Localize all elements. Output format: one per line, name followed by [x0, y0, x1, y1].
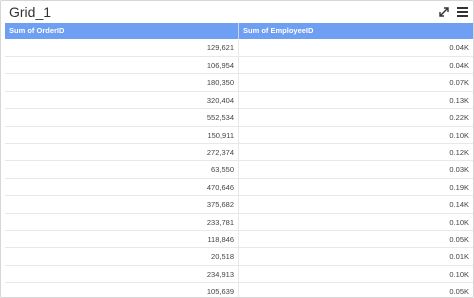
table-row[interactable]: 233,781 0.10K [5, 213, 473, 231]
table-row[interactable]: 118,846 0.05K [5, 230, 473, 249]
cell-sum-of-employeeid: 0.05K [449, 234, 469, 244]
cell-sum-of-employeeid: 0.03K [449, 165, 469, 175]
widget-title: Grid_1 [9, 4, 52, 20]
hamburger-menu-icon [457, 7, 468, 17]
table-row[interactable]: 150,911 0.10K [5, 126, 473, 144]
cell-sum-of-employeeid: 0.14K [449, 200, 469, 210]
cell-sum-of-orderid: 118,846 [5, 230, 239, 248]
table-row[interactable]: 320,404 0.13K [5, 91, 473, 110]
cell-sum-of-employeeid: 0.04K [449, 61, 469, 70]
cell-sum-of-orderid: 150,911 [5, 126, 239, 143]
cell-sum-of-employeeid: 0.05K [449, 287, 469, 297]
table-row[interactable]: 20,518 0.01K [5, 248, 473, 266]
cell-sum-of-employeeid: 0.10K [449, 269, 469, 279]
grid-widget: Grid_1 Sum of OrderID Sum of EmployeeID … [0, 0, 474, 298]
cell-sum-of-employeeid: 0.19K [449, 182, 469, 192]
expand-button[interactable] [437, 5, 451, 19]
grid-header-row: Sum of OrderID Sum of EmployeeID [5, 23, 473, 39]
cell-sum-of-orderid: 106,954 [5, 57, 239, 74]
cell-sum-of-employeeid: 0.01K [449, 252, 469, 262]
cell-sum-of-employeeid: 0.10K [449, 130, 469, 140]
table-row[interactable]: 272,374 0.12K [5, 143, 473, 162]
expand-icon [439, 7, 449, 17]
table-row[interactable]: 106,954 0.04K [5, 57, 473, 75]
cell-sum-of-orderid: 129,621 [5, 39, 239, 56]
table-row[interactable]: 129,621 0.04K [5, 39, 473, 57]
grid-body: 129,621 0.04K 106,954 0.04K 180,350 0.07K 320,… [5, 39, 473, 297]
table-row[interactable]: 63,550 0.03K [5, 161, 473, 179]
cell-sum-of-orderid: 180,350 [5, 74, 239, 91]
cell-sum-of-orderid: 63,550 [5, 161, 239, 178]
cell-sum-of-employeeid: 0.04K [449, 43, 469, 52]
cell-sum-of-orderid: 552,534 [5, 109, 239, 126]
cell-sum-of-orderid: 233,781 [5, 213, 239, 230]
table-row[interactable]: 470,646 0.19K [5, 178, 473, 197]
cell-sum-of-employeeid: 0.12K [449, 147, 469, 157]
cell-sum-of-orderid: 105,639 [5, 283, 239, 297]
table-row[interactable]: 375,682 0.14K [5, 196, 473, 214]
table-row[interactable]: 234,913 0.10K [5, 265, 473, 284]
cell-sum-of-orderid: 320,404 [5, 91, 239, 109]
table-row[interactable]: 105,639 0.05K [5, 283, 473, 297]
cell-sum-of-orderid: 470,646 [5, 178, 239, 196]
cell-sum-of-orderid: 272,374 [5, 143, 239, 161]
cell-sum-of-employeeid: 0.13K [449, 95, 469, 105]
column-header-sum-of-employeeid[interactable]: Sum of EmployeeID [239, 23, 473, 39]
cell-sum-of-employeeid: 0.22K [449, 113, 469, 123]
column-header-sum-of-orderid[interactable]: Sum of OrderID [5, 23, 239, 39]
data-grid: Sum of OrderID Sum of EmployeeID 129,621… [5, 23, 473, 297]
table-row[interactable]: 180,350 0.07K [5, 74, 473, 92]
widget-header: Grid_1 [1, 1, 473, 23]
cell-sum-of-employeeid: 0.10K [449, 217, 469, 227]
cell-sum-of-orderid: 234,913 [5, 265, 239, 283]
cell-sum-of-employeeid: 0.07K [449, 78, 469, 88]
menu-button[interactable] [456, 5, 469, 19]
table-row[interactable]: 552,534 0.22K [5, 109, 473, 127]
cell-sum-of-orderid: 20,518 [5, 248, 239, 265]
cell-sum-of-orderid: 375,682 [5, 196, 239, 213]
